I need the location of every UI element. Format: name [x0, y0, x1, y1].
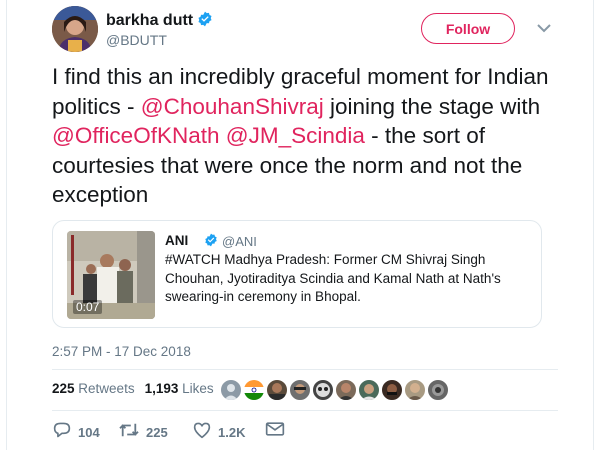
retweets-count: 225: [52, 381, 75, 396]
likes-label: Likes: [182, 381, 214, 396]
quoted-author-handle[interactable]: @ANI: [222, 234, 257, 249]
liker-avatar[interactable]: [266, 379, 288, 401]
likes-count: 1,193: [144, 381, 179, 396]
reply-action[interactable]: 104: [52, 421, 100, 444]
frame-left-border: [6, 0, 7, 450]
author-avatar[interactable]: [52, 6, 98, 52]
mention-link[interactable]: @ChouhanShivraj: [141, 94, 324, 119]
likes-stat[interactable]: 1,193 Likes: [145, 381, 214, 396]
liker-avatar[interactable]: [220, 379, 242, 401]
retweet-icon[interactable]: [118, 421, 140, 444]
retweets-label: Retweets: [78, 381, 135, 396]
mention-link[interactable]: @OfficeOfKNath: [52, 123, 220, 148]
direct-message-action[interactable]: [265, 421, 285, 442]
quoted-tweet[interactable]: 0:07 ANI @ANI #WATCH Madhya Pradesh: For…: [52, 220, 542, 328]
reply-icon[interactable]: [52, 421, 72, 444]
liker-avatar[interactable]: [381, 379, 403, 401]
follow-button[interactable]: Follow: [421, 13, 515, 44]
reply-count: 104: [78, 425, 100, 440]
author-name-row[interactable]: barkha dutt: [106, 11, 213, 32]
liker-avatar[interactable]: [404, 379, 426, 401]
video-duration: 0:07: [73, 300, 103, 314]
liker-avatar[interactable]: [289, 379, 311, 401]
frame-right-border: [593, 0, 594, 450]
tweet-timestamp[interactable]: 2:57 PM - 17 Dec 2018: [52, 344, 191, 359]
direct-message-icon[interactable]: [265, 421, 285, 442]
caret-down-icon[interactable]: [537, 20, 551, 33]
author-handle[interactable]: @BDUTT: [106, 32, 167, 48]
like-icon[interactable]: [192, 421, 212, 444]
tweet-text-part: joining the stage with: [323, 93, 541, 119]
verified-badge-icon: [197, 11, 213, 32]
liker-avatar[interactable]: [335, 379, 357, 401]
divider: [52, 369, 558, 370]
tweet-actions: 104 225 1.2K: [52, 421, 292, 443]
liker-avatar[interactable]: [358, 379, 380, 401]
tweet-stats: 225 Retweets 1,193 Likes: [52, 381, 214, 396]
quoted-author-name[interactable]: ANI: [165, 233, 188, 248]
divider: [52, 410, 558, 411]
liker-avatar[interactable]: [243, 379, 265, 401]
like-count: 1.2K: [218, 425, 246, 440]
verified-badge-icon: [204, 233, 218, 252]
video-thumbnail[interactable]: 0:07: [67, 231, 155, 319]
liker-avatar[interactable]: [312, 379, 334, 401]
mention-link[interactable]: @JM_Scindia: [226, 123, 365, 148]
author-name[interactable]: barkha dutt: [106, 12, 193, 29]
retweet-action[interactable]: 225: [118, 421, 168, 444]
retweet-count: 225: [146, 425, 168, 440]
retweets-stat[interactable]: 225 Retweets: [52, 381, 135, 396]
quoted-tweet-text: #WATCH Madhya Pradesh: Former CM Shivraj…: [165, 252, 501, 304]
like-action[interactable]: 1.2K: [192, 421, 245, 444]
tweet-text: I find this an incredibly graceful momen…: [52, 62, 552, 210]
tweet-card: barkha dutt @BDUTT Follow I find this an…: [0, 0, 600, 450]
liker-avatar[interactable]: [427, 379, 449, 401]
